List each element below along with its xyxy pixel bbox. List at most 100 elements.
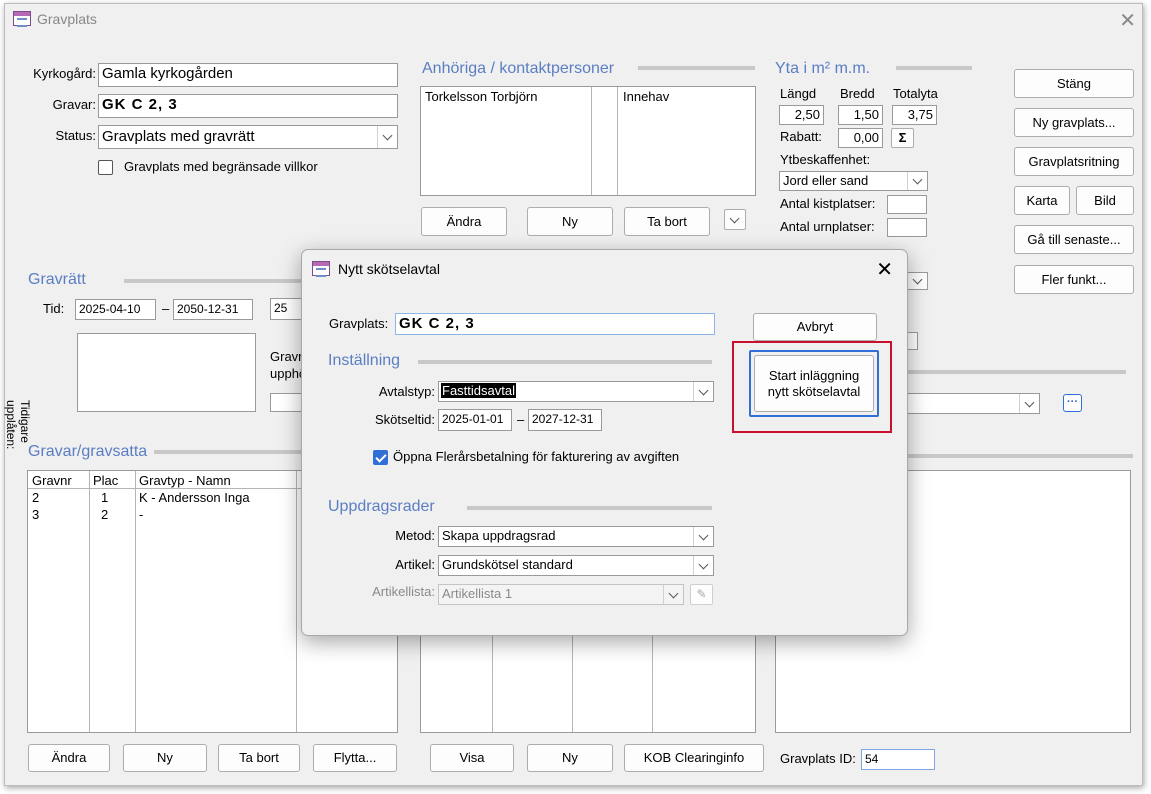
contacts-ny-button[interactable]: Ny	[527, 207, 613, 236]
gravratt-from-field[interactable]: 2025-04-10	[75, 299, 156, 320]
table-row-plac: 2	[101, 507, 109, 522]
totalyta-field[interactable]: 3,75	[892, 105, 937, 125]
contacts-ta-bort-button[interactable]: Ta bort	[624, 207, 710, 236]
gravratt-divider	[124, 279, 304, 283]
gravplatsritning-button[interactable]: Gravplatsritning	[1014, 147, 1134, 176]
uppdragsrader-divider	[467, 506, 712, 510]
gravplats-id-field[interactable]: 54	[861, 749, 935, 770]
table-row-gravnr: 2	[32, 490, 40, 505]
sum-sigma-button[interactable]: Σ	[891, 128, 914, 148]
gravratt-heading: Gravrätt	[28, 271, 86, 288]
hidden-combo-stub[interactable]	[906, 272, 928, 290]
skotsel-from-field[interactable]: 2025-01-01	[438, 409, 512, 431]
more-options-icon[interactable]: ···	[1063, 394, 1082, 412]
gravr-field-stub[interactable]	[270, 393, 302, 412]
bild-button[interactable]: Bild	[1076, 186, 1134, 215]
contacts-more-button[interactable]	[724, 209, 746, 230]
dialog-gravplats-field[interactable]: GK C 2, 3	[395, 313, 715, 335]
avtalstyp-combo[interactable]: Fasttidsavtal	[438, 381, 714, 402]
table-row-gravnr: 3	[32, 507, 40, 522]
rabatt-field[interactable]: 0,00	[838, 128, 883, 148]
installning-heading: Inställning	[328, 352, 401, 369]
uppdragsrader-heading: Uppdragsrader	[328, 498, 435, 515]
dialog-title: Nytt skötselavtal	[338, 261, 440, 277]
title-bar: Gravplats ✕	[5, 4, 1142, 36]
gravr-label: Gravr	[270, 349, 303, 364]
urnplatser-field[interactable]	[887, 218, 927, 237]
karta-button[interactable]: Karta	[1014, 186, 1070, 215]
urnplatser-label: Antal urnplatser:	[780, 219, 875, 234]
kistplatser-field[interactable]	[887, 195, 927, 214]
metod-label: Metod:	[395, 528, 435, 543]
tid-label: Tid:	[43, 301, 65, 316]
chevron-down-icon[interactable]	[1019, 394, 1039, 413]
gravar-ny-button[interactable]: Ny	[123, 744, 207, 772]
chevron-down-icon[interactable]	[907, 172, 927, 190]
restricted-label: Gravplats med begränsade villkor	[124, 159, 318, 174]
artikellista-label: Artikellista:	[372, 584, 435, 599]
contacts-divider	[638, 66, 755, 70]
ytbeskaffenhet-combo[interactable]: Jord eller sand	[779, 171, 928, 191]
artikel-combo[interactable]: Grundskötsel standard	[438, 555, 714, 576]
kyrkogard-field[interactable]: Gamla kyrkogården	[98, 63, 398, 87]
ga-till-senaste-button[interactable]: Gå till senaste...	[1014, 225, 1134, 254]
bottom-ny-button[interactable]: Ny	[527, 744, 613, 772]
start-line2: nytt skötselavtal	[767, 383, 861, 399]
stang-button[interactable]: Stäng	[1014, 69, 1134, 98]
avbryt-button[interactable]: Avbryt	[753, 313, 877, 341]
restricted-checkbox[interactable]	[98, 160, 113, 175]
gravratt-dash: –	[162, 301, 170, 316]
status-combo[interactable]: Gravplats med gravrätt	[98, 125, 398, 149]
kob-clearinginfo-button[interactable]: KOB Clearinginfo	[624, 744, 764, 772]
langd-field[interactable]: 2,50	[779, 105, 824, 125]
contacts-andra-button[interactable]: Ändra	[421, 207, 507, 236]
skotseltid-label: Skötseltid:	[375, 412, 435, 427]
avtalstyp-label: Avtalstyp:	[378, 384, 435, 399]
rabatt-label: Rabatt:	[780, 129, 822, 144]
chevron-down-icon[interactable]	[693, 527, 713, 546]
skotsel-to-field[interactable]: 2027-12-31	[528, 409, 602, 431]
hidden-combo-2[interactable]	[906, 393, 1040, 414]
chevron-down-icon[interactable]	[377, 126, 397, 148]
artikellista-value: Artikellista 1	[442, 586, 513, 601]
yta-heading: Yta i m² m.m.	[775, 60, 871, 77]
gravratt-to-field[interactable]: 2050-12-31	[173, 299, 253, 320]
gravar-flytta-button[interactable]: Flytta...	[313, 744, 397, 772]
ny-gravplats-button[interactable]: Ny gravplats...	[1014, 108, 1134, 137]
chevron-down-icon[interactable]	[907, 273, 927, 289]
chevron-down-icon[interactable]	[693, 382, 713, 401]
tidigare-field[interactable]	[77, 333, 256, 412]
edit-pencil-icon: ✎	[690, 584, 713, 605]
bredd-field[interactable]: 1,50	[838, 105, 883, 125]
chevron-down-icon	[725, 210, 745, 229]
contacts-heading: Anhöriga / kontaktpersoner	[422, 60, 615, 77]
gravar-ta-bort-button[interactable]: Ta bort	[218, 744, 300, 772]
gravar-divider	[154, 450, 302, 454]
close-icon[interactable]: ✕	[1119, 8, 1136, 33]
dialog-close-icon[interactable]: ✕	[876, 257, 893, 282]
chevron-down-icon	[663, 585, 683, 604]
hidden-divider	[908, 370, 1126, 374]
start-inlaggning-button[interactable]: Start inläggning nytt skötselavtal	[754, 355, 874, 412]
table-row-plac: 1	[101, 490, 109, 505]
fler-funkt-button[interactable]: Fler funkt...	[1014, 265, 1134, 294]
status-label: Status:	[55, 128, 96, 143]
gravratt-years-field[interactable]: 25	[270, 298, 302, 320]
middle-list-lower[interactable]	[420, 632, 756, 733]
oppna-flerarsbetalning-checkbox[interactable]	[373, 450, 388, 465]
visa-button[interactable]: Visa	[430, 744, 514, 772]
gravar-field[interactable]: GK C 2, 3	[98, 94, 398, 118]
avtalstyp-value: Fasttidsavtal	[441, 383, 516, 398]
gravplats-id-label: Gravplats ID:	[780, 751, 856, 766]
metod-combo[interactable]: Skapa uppdragsrad	[438, 526, 714, 547]
window-title: Gravplats	[37, 11, 97, 27]
col-plac: Plac	[93, 473, 119, 488]
table-row-namn: -	[139, 507, 144, 522]
col-gravnr: Gravnr	[32, 473, 72, 488]
col-gravtyp-namn: Gravtyp - Namn	[139, 473, 231, 488]
ytbeskaffenhet-label: Ytbeskaffenhet:	[780, 152, 871, 167]
contacts-list[interactable]: Torkelsson Torbjörn Innehav	[420, 86, 756, 196]
kyrkogard-label: Kyrkogård:	[33, 66, 96, 81]
gravar-andra-button[interactable]: Ändra	[28, 744, 110, 772]
chevron-down-icon[interactable]	[693, 556, 713, 575]
